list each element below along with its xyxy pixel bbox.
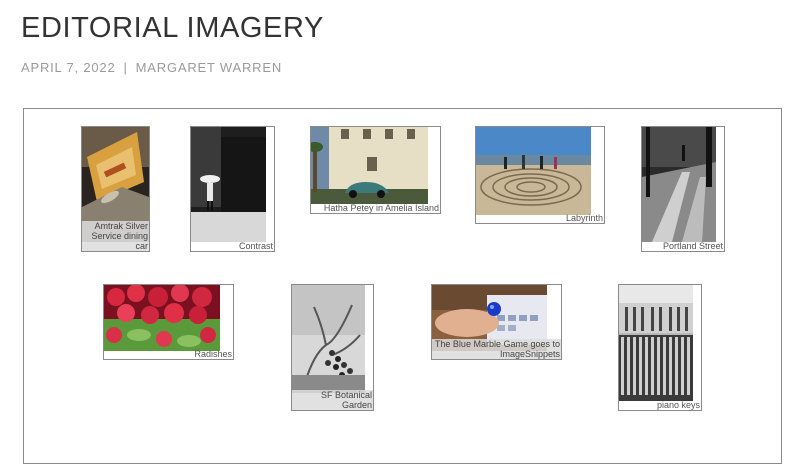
gallery-caption: piano keys	[656, 400, 700, 410]
gallery-item-labyrinth[interactable]: Labyrinth	[475, 126, 605, 224]
gallery-item-piano-keys[interactable]: piano keys	[618, 284, 702, 411]
gallery-item-portland-street[interactable]: Portland Street	[641, 126, 725, 252]
gallery-caption: Contrast	[238, 241, 273, 251]
car-building-photo	[311, 127, 428, 204]
post-date[interactable]: APRIL 7, 2022	[21, 60, 115, 75]
gallery-item-amtrak[interactable]: Amtrak Silver Service dining car	[81, 126, 150, 252]
gallery-caption: Hatha Petey in Amelia Island	[323, 203, 439, 213]
street-photo	[642, 127, 716, 242]
gallery-caption: Radishes	[194, 349, 232, 359]
gallery-item-radishes[interactable]: Radishes	[103, 284, 234, 360]
gallery-caption: SF Botanical Garden	[292, 390, 373, 410]
radishes-photo	[104, 285, 220, 351]
gallery-caption: Labyrinth	[565, 213, 603, 223]
gallery-item-sf-botanical[interactable]: SF Botanical Garden	[291, 284, 374, 411]
piano-photo	[619, 285, 693, 401]
post-title: EDITORIAL IMAGERY	[21, 12, 324, 44]
beach-labyrinth-photo	[476, 127, 591, 215]
gallery-caption: Amtrak Silver Service dining car	[82, 221, 149, 251]
gallery-item-blue-marble[interactable]: The Blue Marble Game goes to ImageSnippe…	[431, 284, 562, 360]
gallery-caption: The Blue Marble Game goes to ImageSnippe…	[432, 339, 561, 359]
image-gallery: Amtrak Silver Service dining car Contras…	[23, 108, 782, 464]
post-meta: APRIL 7, 2022 | MARGARET WARREN	[21, 60, 282, 75]
gallery-item-contrast[interactable]: Contrast	[190, 126, 275, 252]
botanical-photo	[292, 285, 365, 393]
post-author[interactable]: MARGARET WARREN	[136, 60, 282, 75]
gallery-item-hatha-petey[interactable]: Hatha Petey in Amelia Island	[310, 126, 441, 214]
umbrella-street-photo	[191, 127, 266, 242]
gallery-caption: Portland Street	[662, 241, 723, 251]
meta-separator: |	[123, 60, 128, 75]
